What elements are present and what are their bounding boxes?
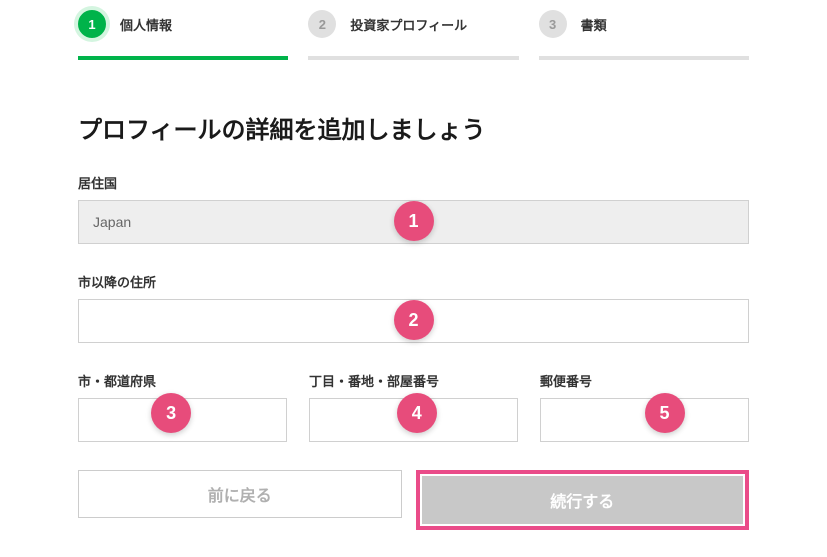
field-city: 市・都道府県 3 [78,371,287,442]
step-bar [539,56,749,60]
hint-badge-5: 5 [645,393,685,433]
step-bar [308,56,518,60]
step-personal-info[interactable]: 1 個人情報 [78,10,288,38]
postal-label: 郵便番号 [540,371,749,390]
step-progress-bars [78,56,749,60]
address-label: 市以降の住所 [78,272,749,291]
back-button[interactable]: 前に戻る [78,470,402,518]
step-documents[interactable]: 3 書類 [539,10,749,38]
field-country: 居住国 1 [78,173,749,244]
field-address: 市以降の住所 2 [78,272,749,343]
step-number-icon: 3 [539,10,567,38]
block-label: 丁目・番地・部屋番号 [309,371,518,390]
hint-badge-2: 2 [394,300,434,340]
continue-button[interactable]: 続行する [422,476,744,524]
step-label: 書類 [581,15,607,34]
city-label: 市・都道府県 [78,371,287,390]
country-label: 居住国 [78,173,749,192]
field-postal: 郵便番号 5 [540,371,749,442]
step-bar [78,56,288,60]
step-label: 投資家プロフィール [350,15,467,34]
step-number-icon: 1 [78,10,106,38]
field-block: 丁目・番地・部屋番号 4 [309,371,518,442]
step-investor-profile[interactable]: 2 投資家プロフィール [308,10,518,38]
step-label: 個人情報 [120,15,172,34]
hint-badge-4: 4 [397,393,437,433]
hint-badge-3: 3 [151,393,191,433]
postal-input[interactable] [540,398,749,442]
hint-badge-1: 1 [394,201,434,241]
page-title: プロフィールの詳細を追加しましょう [78,110,749,145]
continue-button-highlight: 続行する [416,470,750,530]
stepper: 1 個人情報 2 投資家プロフィール 3 書類 [78,10,749,38]
step-number-icon: 2 [308,10,336,38]
